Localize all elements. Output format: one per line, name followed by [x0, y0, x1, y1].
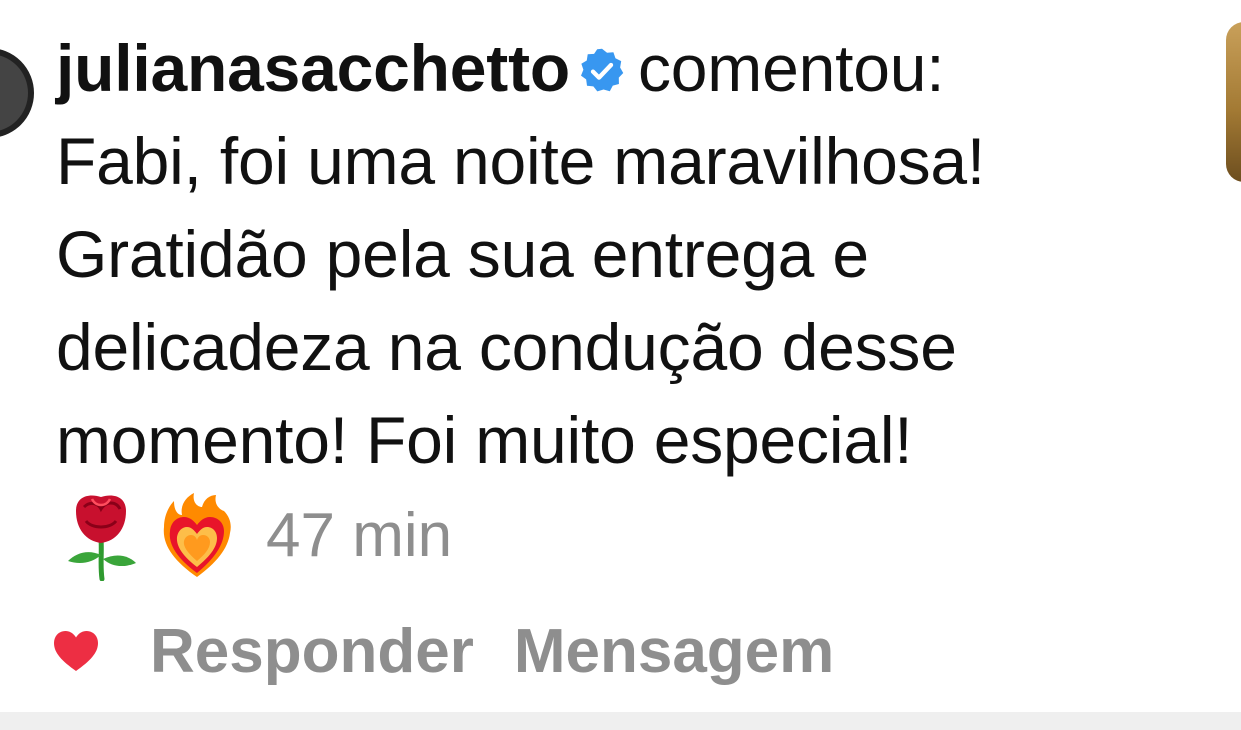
comment-action-text: comentou: — [637, 31, 945, 105]
comment-body: julianasacchetto comentou: Fabi, foi uma… — [56, 22, 1206, 487]
message-button[interactable]: Mensagem — [514, 616, 834, 687]
username-link[interactable]: julianasacchetto — [56, 31, 570, 105]
comment-meta: 47 min — [62, 488, 452, 584]
bottom-divider — [0, 712, 1241, 730]
rose-emoji — [62, 491, 140, 582]
comment-line-1: Fabi, foi uma noite maravilhosa! — [56, 124, 986, 198]
comment-actions: Responder Mensagem — [52, 608, 874, 694]
comment-line-4: momento! Foi muito especial! — [56, 403, 913, 477]
comment-timestamp: 47 min — [266, 501, 453, 570]
post-thumbnail[interactable] — [1226, 22, 1241, 182]
heart-icon[interactable] — [52, 629, 100, 673]
comment-line-3: delicadeza na condução desse — [56, 310, 957, 384]
commenter-avatar[interactable] — [0, 48, 34, 138]
heart-on-fire-emoji — [158, 491, 236, 581]
comment-header: julianasacchetto comentou: — [56, 22, 1206, 115]
comment-line-2: Gratidão pela sua entrega e — [56, 217, 869, 291]
verified-badge-icon — [578, 26, 626, 92]
reply-button[interactable]: Responder — [150, 616, 474, 687]
